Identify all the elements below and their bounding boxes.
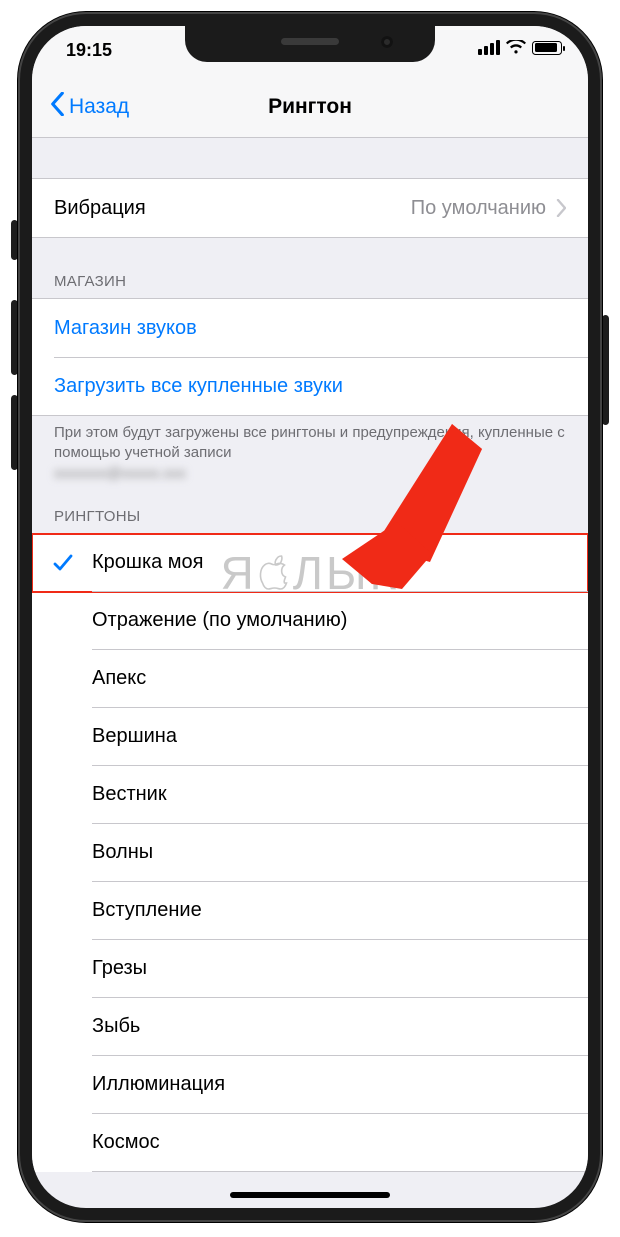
home-indicator[interactable] [230, 1192, 390, 1198]
ringtone-label: Зыбь [92, 1015, 140, 1038]
ringtone-label: Грезы [92, 957, 147, 980]
vibration-row[interactable]: Вибрация По умолчанию [32, 179, 588, 237]
ringtone-row[interactable]: Апекс [32, 650, 588, 708]
store-header: МАГАЗИН [32, 237, 588, 298]
chevron-right-icon [556, 199, 566, 217]
vibration-group: Вибрация По умолчанию [32, 178, 588, 237]
ringtone-row[interactable]: Грезы [32, 940, 588, 998]
store-footer-account: xxxxxxx@xxxxx.xxx [54, 464, 186, 484]
nav-bar: Назад Рингтон [32, 76, 588, 138]
ringtone-label: Космос [92, 1131, 160, 1154]
ringtones-group: Крошка моя Отражение (по умолчанию) Апекс В… [32, 533, 588, 1172]
download-all-row[interactable]: Загрузить все купленные звуки [32, 357, 588, 415]
ringtone-label: Отражение (по умолчанию) [92, 609, 347, 632]
battery-icon [532, 41, 562, 55]
status-icons [478, 40, 562, 55]
ringtone-row[interactable]: Отражение (по умолчанию) [32, 592, 588, 650]
back-label: Назад [69, 95, 129, 119]
page-title: Рингтон [268, 95, 352, 119]
phone-screen: 19:15 Назад Рингтон [32, 26, 588, 1208]
ringtone-row[interactable]: Вершина [32, 708, 588, 766]
store-footer: При этом будут загружены все рингтоны и … [32, 415, 588, 488]
ringtone-row[interactable]: Зыбь [32, 998, 588, 1056]
sound-store-label: Магазин звуков [54, 317, 566, 340]
back-button[interactable]: Назад [42, 76, 137, 137]
cellular-icon [478, 40, 500, 55]
store-group: Магазин звуков Загрузить все купленные з… [32, 298, 588, 415]
vibration-label: Вибрация [54, 197, 411, 220]
ringtone-label: Иллюминация [92, 1073, 225, 1096]
ringtone-row[interactable]: Крошка моя [32, 534, 588, 592]
ringtone-row[interactable]: Вестник [32, 766, 588, 824]
ringtone-label: Вестник [92, 783, 167, 806]
notch [185, 26, 435, 62]
store-footer-text: При этом будут загружены все рингтоны и … [54, 424, 565, 461]
ringtone-label: Вершина [92, 725, 177, 748]
status-time: 19:15 [66, 40, 112, 61]
sound-store-row[interactable]: Магазин звуков [32, 299, 588, 357]
ringtone-label: Волны [92, 841, 153, 864]
vibration-value: По умолчанию [411, 197, 546, 220]
ringtone-row[interactable]: Космос [32, 1114, 588, 1172]
checkmark-icon [52, 552, 74, 574]
ringtone-label: Крошка моя [92, 551, 204, 574]
ringtone-label: Вступление [92, 899, 202, 922]
ringtone-label: Апекс [92, 667, 146, 690]
wifi-icon [506, 40, 526, 55]
ringtones-header: РИНГТОНЫ [32, 488, 588, 533]
ringtone-row[interactable]: Волны [32, 824, 588, 882]
ringtone-row[interactable]: Иллюминация [32, 1056, 588, 1114]
chevron-left-icon [50, 92, 65, 122]
download-all-label: Загрузить все купленные звуки [54, 375, 566, 398]
phone-frame: 19:15 Назад Рингтон [18, 12, 602, 1222]
ringtone-row[interactable]: Вступление [32, 882, 588, 940]
